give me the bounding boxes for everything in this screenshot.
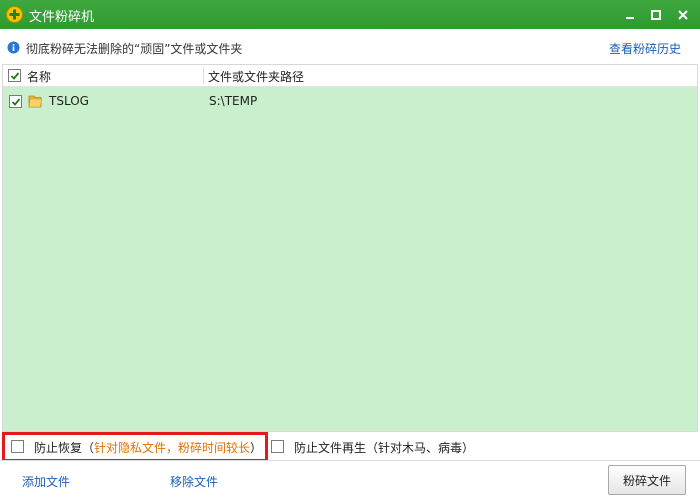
options-bar: 防止恢复（针对隐私文件，粉碎时间较长） 防止文件再生（针对木马、病毒） — [0, 432, 700, 462]
column-header-path[interactable]: 文件或文件夹路径 — [208, 68, 304, 85]
window-title: 文件粉碎机 — [29, 10, 95, 25]
row-checkbox[interactable] — [9, 95, 22, 108]
checkmark-icon — [11, 97, 20, 106]
minimize-button[interactable] — [617, 0, 643, 29]
info-text: 彻底粉碎无法删除的“顽固”文件或文件夹 — [26, 42, 243, 56]
row-name: TSLOG — [49, 94, 89, 108]
minimize-icon — [626, 16, 634, 19]
prevent-regen-label[interactable]: 防止文件再生（针对木马、病毒） — [294, 439, 474, 456]
row-path: S:\TEMP — [209, 94, 258, 108]
select-all-checkbox[interactable] — [8, 69, 21, 82]
list-body: TSLOG S:\TEMP — [3, 87, 697, 431]
folder-icon — [28, 95, 42, 108]
note-open-paren: （ — [82, 441, 95, 455]
prevent-regen-checkbox[interactable] — [271, 440, 284, 453]
add-file-link[interactable]: 添加文件 — [22, 473, 70, 490]
close-button[interactable] — [670, 0, 696, 29]
table-row[interactable]: TSLOG S:\TEMP — [3, 87, 697, 115]
view-history-link[interactable]: 查看粉碎历史 — [609, 40, 681, 57]
prevent-recovery-note: 针对隐私文件，粉碎时间较长 — [94, 441, 251, 455]
prevent-recovery-label[interactable]: 防止恢复（针对隐私文件，粉碎时间较长） — [34, 439, 262, 456]
list-header: 名称 文件或文件夹路径 — [3, 65, 697, 87]
prevent-recovery-text: 防止恢复 — [34, 441, 83, 455]
column-divider[interactable] — [203, 67, 204, 84]
note-close-paren: ） — [250, 441, 263, 455]
checkmark-icon — [10, 71, 19, 80]
prevent-recovery-checkbox[interactable] — [11, 440, 24, 453]
maximize-icon — [651, 9, 661, 20]
shredder-app-icon — [6, 6, 23, 23]
info-bar: 彻底粉碎无法删除的“顽固”文件或文件夹 查看粉碎历史 — [0, 29, 700, 64]
info-icon — [7, 41, 20, 54]
maximize-button[interactable] — [643, 0, 669, 29]
bottom-bar: 添加文件 移除文件 粉碎文件 — [0, 460, 700, 501]
close-icon — [678, 9, 688, 20]
title-bar: 文件粉碎机 — [0, 0, 700, 29]
remove-file-link[interactable]: 移除文件 — [170, 473, 218, 490]
shred-file-button[interactable]: 粉碎文件 — [608, 465, 686, 495]
file-list: 名称 文件或文件夹路径 TSLOG S:\TEMP — [2, 64, 698, 432]
column-header-name[interactable]: 名称 — [27, 68, 51, 85]
